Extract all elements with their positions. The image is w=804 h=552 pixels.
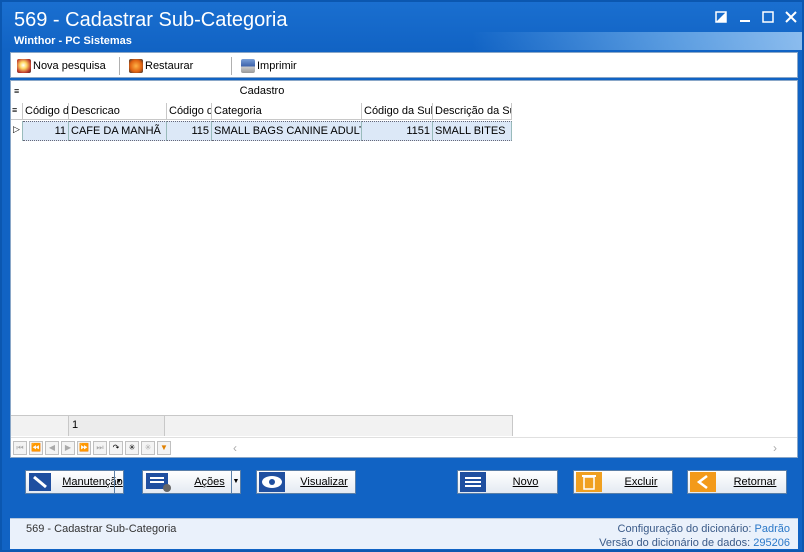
return-arrow-icon [690, 472, 716, 492]
actions-icon [146, 473, 171, 492]
prev-record-icon[interactable]: ◀ [45, 441, 59, 455]
acoes-button[interactable]: Ações ▼ [142, 470, 241, 494]
column-header[interactable]: Descrição da Su [433, 103, 512, 120]
trash-icon [576, 472, 602, 492]
nova-pesquisa-label: Nova pesquisa [33, 60, 106, 72]
table-cell[interactable]: 1151 [362, 121, 433, 141]
toolbar: Nova pesquisa Restaurar Imprimir [10, 52, 798, 78]
toolbar-separator [119, 57, 120, 75]
manutencao-button[interactable]: Manutenção ▼ [25, 470, 124, 494]
record-count: 1 [69, 416, 165, 436]
grid-footer: 1 [11, 415, 513, 436]
group-header: Cadastro [239, 85, 285, 97]
search-globe-icon [17, 59, 31, 73]
restaurar-button[interactable]: Restaurar [129, 57, 193, 75]
window-title: 569 - Cadastrar Sub-Categoria [14, 9, 288, 31]
novo-label: Novo [512, 476, 539, 488]
toolbar-separator [231, 57, 232, 75]
next-page-icon[interactable]: ⏩ [77, 441, 91, 455]
column-header[interactable]: Descricao [69, 103, 167, 120]
minimize-icon[interactable] [736, 10, 754, 26]
insert-icon[interactable]: ✳ [125, 441, 139, 455]
version-label: Versão do dicionário de dados: [599, 537, 751, 549]
dictionary-info: Configuração do dicionário: Padrão Versã… [599, 522, 790, 550]
column-header[interactable]: Código d [167, 103, 212, 120]
wrench-icon [29, 473, 51, 491]
refresh-icon[interactable]: ↷ [109, 441, 123, 455]
footer-cell [165, 416, 513, 436]
restore-icon [129, 59, 143, 73]
table-cell[interactable]: 115 [167, 121, 212, 141]
last-page-icon[interactable]: ⏭ [93, 441, 107, 455]
filter-icon[interactable]: ▼ [157, 441, 171, 455]
imprimir-button[interactable]: Imprimir [241, 57, 297, 75]
visualizar-label: Visualizar [300, 476, 348, 488]
dropdown-arrow-icon[interactable]: ▼ [114, 471, 123, 493]
grid-panel: ≡ Cadastro ≡ Código d Descricao Código d… [10, 80, 798, 458]
restaurar-label: Restaurar [145, 60, 194, 72]
config-value: Padrão [754, 523, 790, 535]
table-cell[interactable]: SMALL BITES [433, 121, 512, 141]
window-subtitle: Winthor - PC Sistemas [14, 35, 132, 47]
nova-pesquisa-button[interactable]: Nova pesquisa [17, 57, 106, 75]
column-header[interactable]: Categoria [212, 103, 362, 120]
maximize-icon[interactable] [759, 10, 777, 26]
dropdown-arrow-icon[interactable]: ▼ [231, 471, 240, 493]
novo-button[interactable]: Novo [457, 470, 558, 494]
edit-icon[interactable]: ✳ [141, 441, 155, 455]
version-value: 295206 [753, 537, 790, 549]
status-bar: 569 - Cadastrar Sub-Categoria Configuraç… [10, 518, 798, 549]
imprimir-label: Imprimir [257, 60, 297, 72]
new-record-icon [460, 472, 486, 492]
eye-icon [259, 472, 285, 492]
restore-down-icon[interactable] [712, 10, 730, 26]
prev-page-icon[interactable]: ⏪ [29, 441, 43, 455]
visualizar-button[interactable]: Visualizar [256, 470, 356, 494]
excluir-button[interactable]: Excluir [573, 470, 673, 494]
status-window-name: 569 - Cadastrar Sub-Categoria [26, 523, 177, 535]
title-bar[interactable]: 569 - Cadastrar Sub-Categoria Winthor - … [2, 2, 802, 50]
column-chooser-icon[interactable]: ≡ [11, 103, 23, 120]
title-bar-decoration [472, 32, 802, 50]
close-icon[interactable] [782, 10, 800, 26]
column-header[interactable]: Código d [23, 103, 69, 120]
printer-icon [241, 59, 255, 73]
table-cell[interactable]: 11 [23, 121, 69, 141]
excluir-label: Excluir [624, 476, 658, 488]
row-indicator-icon: ▷ [11, 121, 23, 141]
config-label: Configuração do dicionário: [617, 523, 752, 535]
table-cell[interactable]: SMALL BAGS CANINE ADULT [212, 121, 362, 141]
scroll-right-icon[interactable]: › [773, 441, 777, 455]
footer-cell [11, 416, 69, 436]
next-record-icon[interactable]: ▶ [61, 441, 75, 455]
application-window: 569 - Cadastrar Sub-Categoria Winthor - … [0, 0, 804, 552]
first-page-icon[interactable]: ⏮ [13, 441, 27, 455]
retornar-label: Retornar [733, 476, 777, 488]
table-row[interactable]: ▷ 11 CAFE DA MANHÃ 115 SMALL BAGS CANINE… [11, 121, 512, 141]
retornar-button[interactable]: Retornar [687, 470, 787, 494]
action-bar: Manutenção ▼ Ações ▼ Visualizar Novo Exc… [10, 460, 798, 508]
column-header[interactable]: Código da Sul [362, 103, 433, 120]
grid-header: ≡ Código d Descricao Código d Categoria … [11, 103, 512, 120]
navigator-bar: ⏮ ⏪ ◀ ▶ ⏩ ⏭ ↷ ✳ ✳ ▼ ‹ › [11, 437, 797, 458]
table-cell[interactable]: CAFE DA MANHÃ [69, 121, 167, 141]
scroll-left-icon[interactable]: ‹ [233, 441, 237, 455]
